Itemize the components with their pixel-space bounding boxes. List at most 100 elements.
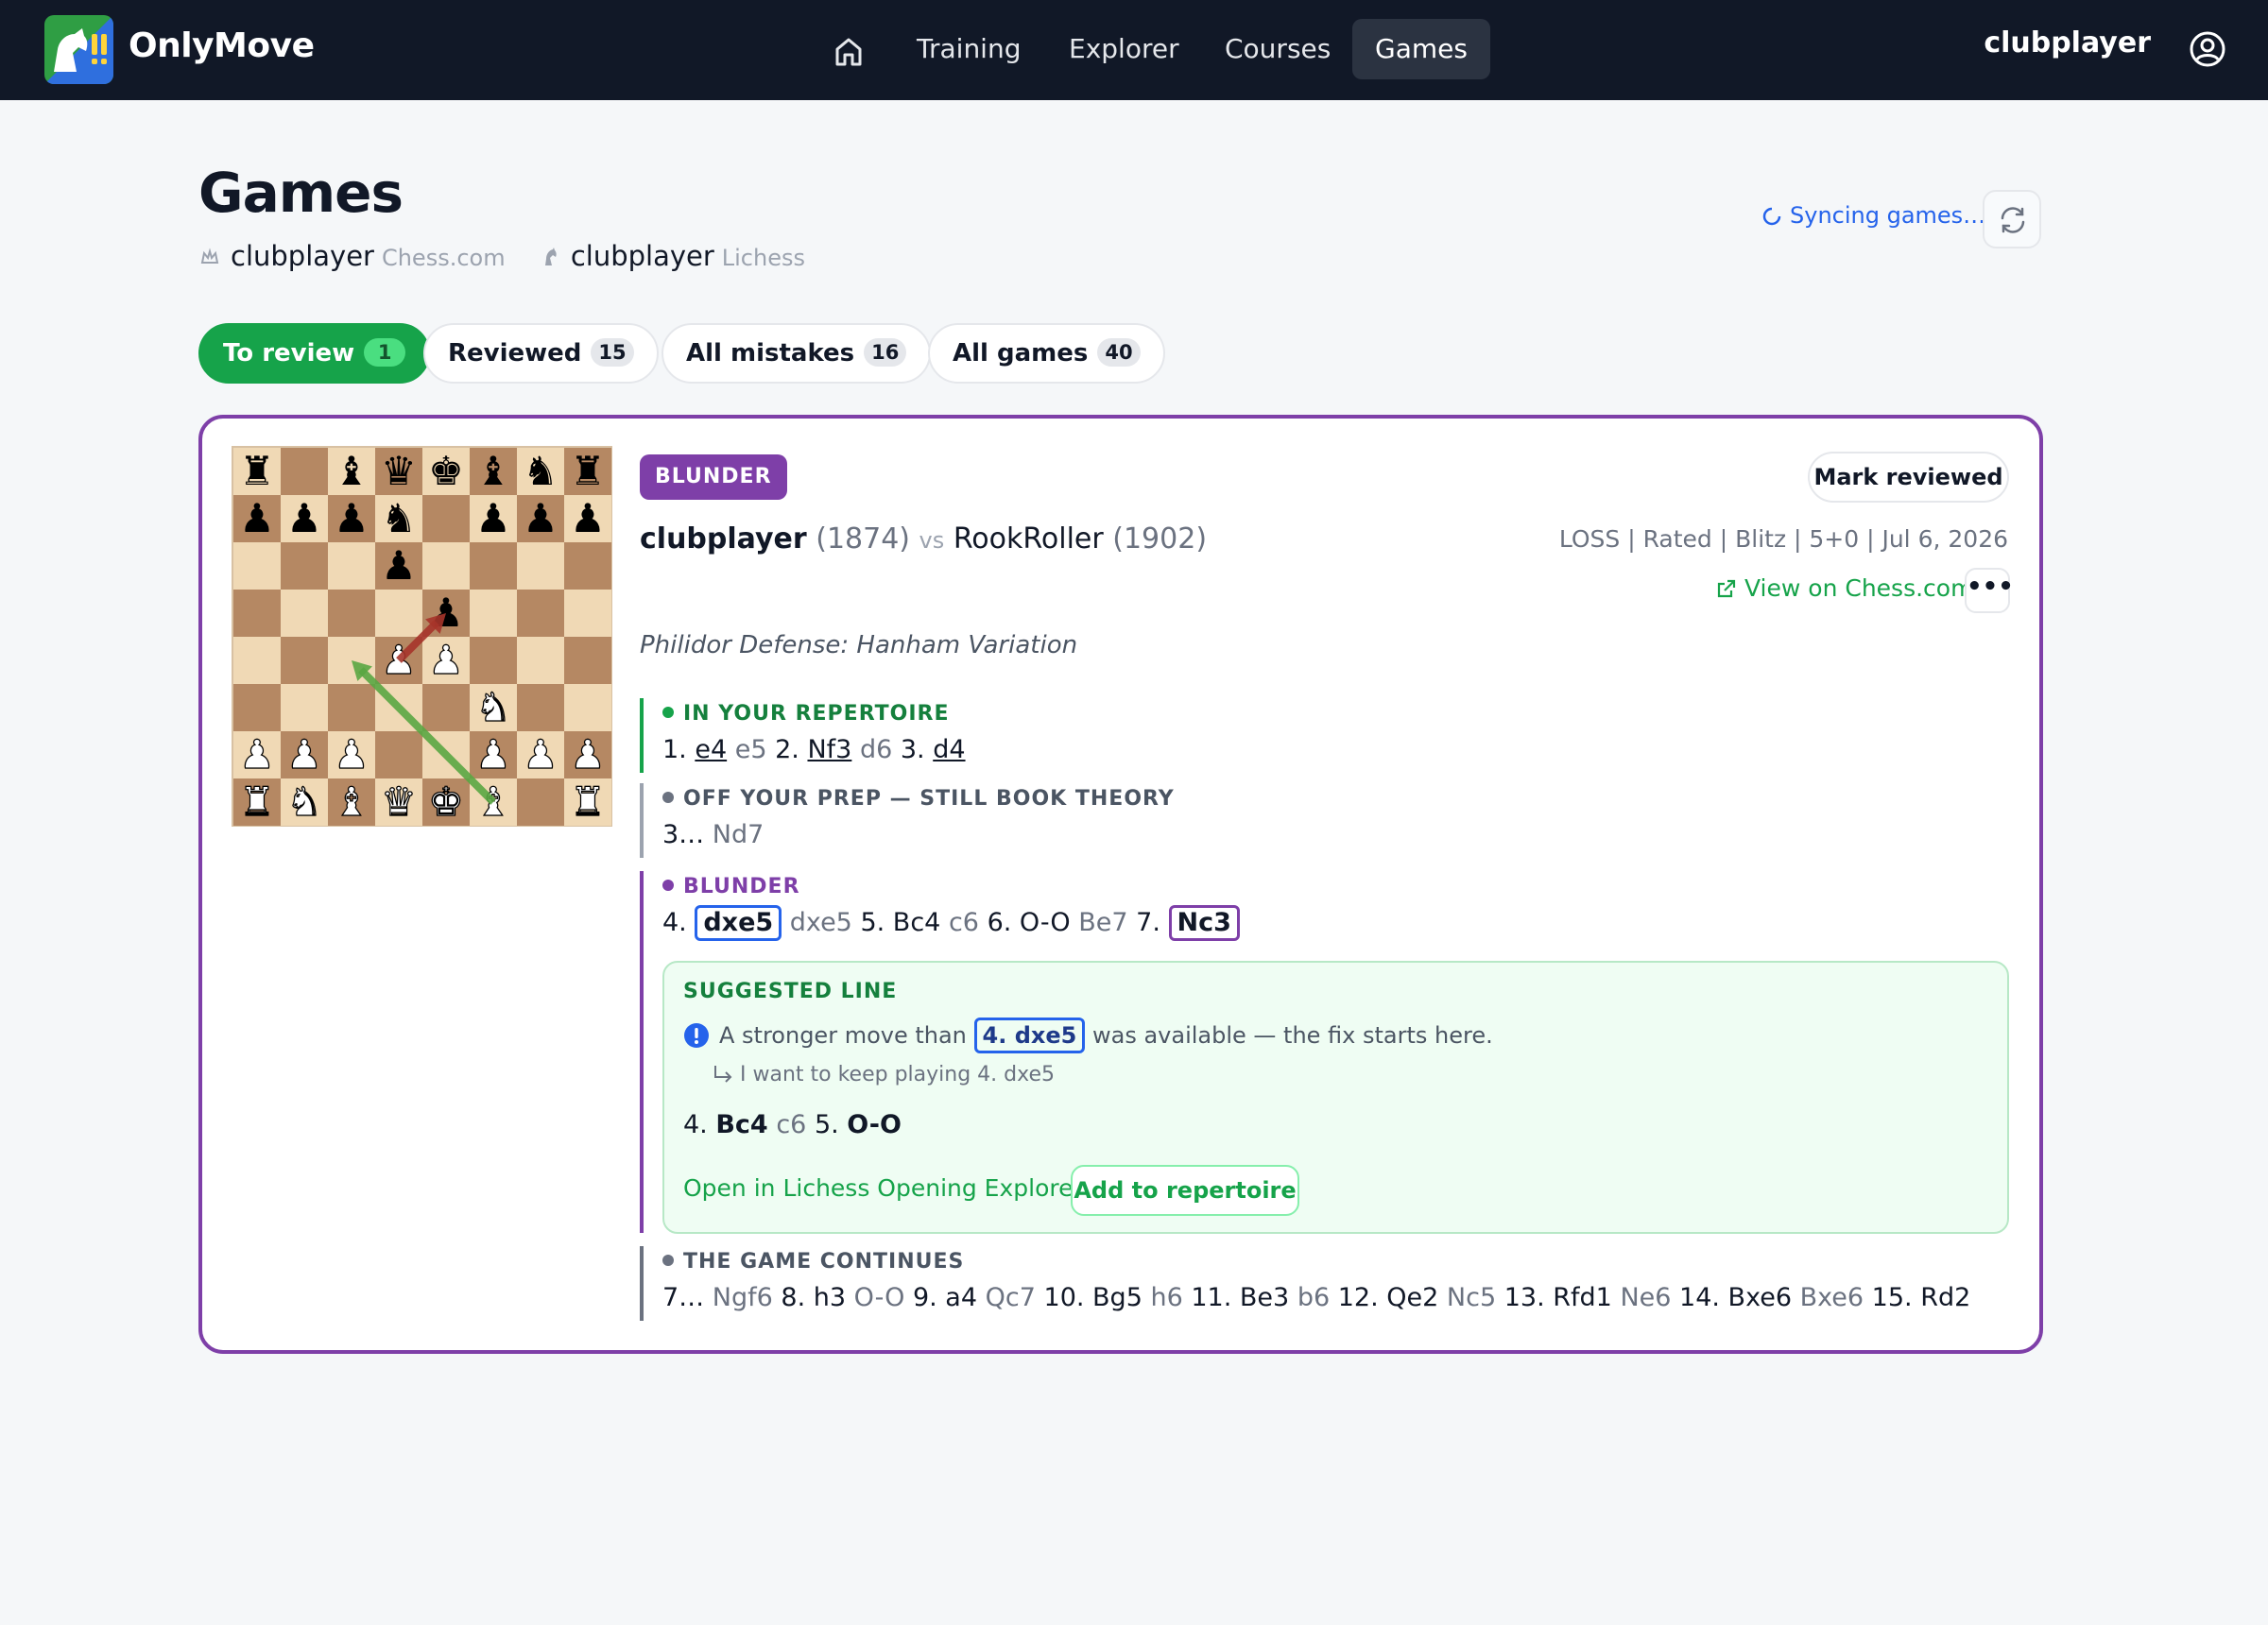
move[interactable]: 11. Be3 [1191, 1283, 1289, 1312]
move[interactable]: 4. [683, 1110, 715, 1139]
section-heading: THE GAME CONTINUES [683, 1250, 965, 1274]
tab-all-games[interactable]: All games 40 [928, 323, 1165, 384]
nav-games[interactable]: Games [1352, 19, 1490, 79]
nav-explorer[interactable]: Explorer [1046, 19, 1202, 79]
chesscom-account-name: clubplayer [231, 240, 374, 272]
move[interactable]: 9. a4 [913, 1283, 977, 1312]
top-navbar: OnlyMove Training Explorer Courses Games… [0, 0, 2268, 100]
suggested-line-heading: SUGGESTED LINE [683, 980, 898, 1003]
move[interactable]: 4. [662, 908, 695, 937]
nav-courses[interactable]: Courses [1202, 19, 1353, 79]
knight-icon [539, 243, 561, 265]
tab-count: 40 [1097, 338, 1141, 367]
move[interactable]: dxe5 [695, 905, 782, 941]
opening-name: Philidor Defense: Hanham Variation [640, 631, 1078, 659]
move[interactable]: 6. O-O [988, 908, 1071, 937]
move[interactable]: d4 [933, 735, 965, 764]
white-player-name[interactable]: clubplayer [640, 522, 807, 556]
move[interactable]: Nc5 [1447, 1283, 1496, 1312]
move[interactable]: e4 [695, 735, 727, 764]
move[interactable]: 12. Qe2 [1338, 1283, 1439, 1312]
move-list: 7… Ngf6 8. h3 O-O 9. a4 Qc7 10. Bg5 h6 1… [662, 1278, 1970, 1318]
blunder-move-chip[interactable]: 4. dxe5 [973, 1018, 1086, 1053]
move[interactable]: Nd7 [713, 820, 765, 849]
move[interactable]: Ne6 [1620, 1283, 1671, 1312]
more-options-button[interactable]: ••• [1965, 568, 2014, 613]
move[interactable]: 5. Bc4 [860, 908, 940, 937]
section-heading: OFF YOUR PREP — STILL BOOK THEORY [683, 787, 1175, 811]
open-explorer-link[interactable]: Open in Lichess Opening Explorer [683, 1174, 1083, 1202]
move[interactable]: O-O [847, 1110, 902, 1139]
move[interactable]: 15. Rd2 [1872, 1283, 1971, 1312]
tab-all-mistakes[interactable]: All mistakes 16 [662, 323, 932, 384]
keep-playing-link[interactable]: I want to keep playing 4. dxe5 [712, 1063, 1055, 1086]
move[interactable]: 13. Rfd1 [1504, 1283, 1612, 1312]
tab-label: To review [223, 339, 355, 368]
move-list: 1. e4 e5 2. Nf3 d6 3. d4 [644, 730, 966, 770]
crown-icon [198, 243, 221, 265]
move[interactable]: 8. h3 [781, 1283, 846, 1312]
move[interactable]: 3. [901, 735, 933, 764]
section-off-prep: OFF YOUR PREP — STILL BOOK THEORY 3… Nd7 [640, 783, 1175, 858]
section-repertoire: IN YOUR REPERTOIRE 1. e4 e5 2. Nf3 d6 3.… [640, 698, 966, 773]
tab-label: Reviewed [448, 339, 582, 368]
tab-to-review[interactable]: To review 1 [198, 323, 431, 384]
user-name[interactable]: clubplayer [1984, 26, 2151, 60]
move[interactable]: Nc3 [1168, 905, 1240, 941]
view-on-chesscom-link[interactable]: View on Chess.com [1716, 574, 1973, 602]
blunder-badge: BLUNDER [640, 454, 787, 500]
move[interactable]: Qc7 [986, 1283, 1036, 1312]
move[interactable]: Be7 [1078, 908, 1127, 937]
keep-playing-label: I want to keep playing 4. dxe5 [740, 1063, 1055, 1086]
add-to-repertoire-button[interactable]: Add to repertoire [1071, 1165, 1299, 1216]
move[interactable]: 14. Bxe6 [1679, 1283, 1792, 1312]
move[interactable]: 3… [662, 820, 713, 849]
sync-status: Syncing games… [1761, 202, 1985, 229]
move[interactable]: h6 [1150, 1283, 1182, 1312]
info-icon [683, 1022, 710, 1049]
home-icon[interactable] [830, 32, 868, 70]
move[interactable]: Ngf6 [713, 1283, 773, 1312]
nav-training[interactable]: Training [894, 19, 1043, 79]
mark-reviewed-button[interactable]: Mark reviewed [1808, 452, 2009, 503]
move-list: 3… Nd7 [662, 815, 1175, 855]
move-arrow [358, 667, 496, 805]
tab-count: 16 [864, 338, 907, 367]
move-list: 4. dxe5 dxe5 5. Bc4 c6 6. O-O Be7 7. Nc3 [662, 903, 1240, 943]
game-meta: LOSS | Rated | Blitz | 5+0 | Jul 6, 2026 [1558, 525, 2008, 553]
move[interactable]: 1. [662, 735, 695, 764]
sync-status-text: Syncing games… [1790, 202, 1986, 229]
chess-board[interactable]: ♜♝♛♚♝♞♜♟♟♟♞♟♟♟♟♟♟♟♞♟♟♟♟♟♟♜♞♝♛♚♝♜ [232, 446, 612, 827]
move[interactable]: Nf3 [807, 735, 851, 764]
tab-count: 15 [591, 338, 634, 367]
move[interactable]: d6 [860, 735, 892, 764]
external-link-icon [1716, 577, 1737, 598]
move[interactable]: 10. Bg5 [1044, 1283, 1143, 1312]
message-after: was available — the fix starts here. [1091, 1022, 1493, 1049]
spinner-icon [1761, 206, 1782, 227]
move[interactable]: Bc4 [715, 1110, 767, 1139]
user-circle-icon[interactable] [2189, 30, 2226, 68]
move[interactable]: c6 [776, 1110, 806, 1139]
white-player-rating: (1874) [816, 522, 910, 556]
move[interactable]: 7… [662, 1283, 713, 1312]
move[interactable]: dxe5 [790, 908, 852, 937]
refresh-icon [2001, 207, 2025, 233]
move[interactable]: c6 [949, 908, 979, 937]
move[interactable]: O-O [854, 1283, 905, 1312]
tab-count: 1 [364, 338, 406, 367]
move[interactable]: 5. [815, 1110, 847, 1139]
page-title: Games [198, 161, 404, 225]
move[interactable]: 2. [775, 735, 807, 764]
message-before: A stronger move than [719, 1022, 967, 1049]
move[interactable]: 7. [1136, 908, 1168, 937]
move[interactable]: b6 [1297, 1283, 1330, 1312]
section-game-continues: THE GAME CONTINUES 7… Ngf6 8. h3 O-O 9. … [640, 1246, 1970, 1321]
black-player-name[interactable]: RookRoller [954, 522, 1104, 556]
tab-reviewed[interactable]: Reviewed 15 [423, 323, 659, 384]
move[interactable]: e5 [735, 735, 767, 764]
move[interactable]: Bxe6 [1800, 1283, 1864, 1312]
chesscom-site-label: Chess.com [381, 245, 506, 271]
refresh-button[interactable] [1983, 190, 2041, 248]
vs-label: vs [919, 527, 945, 554]
